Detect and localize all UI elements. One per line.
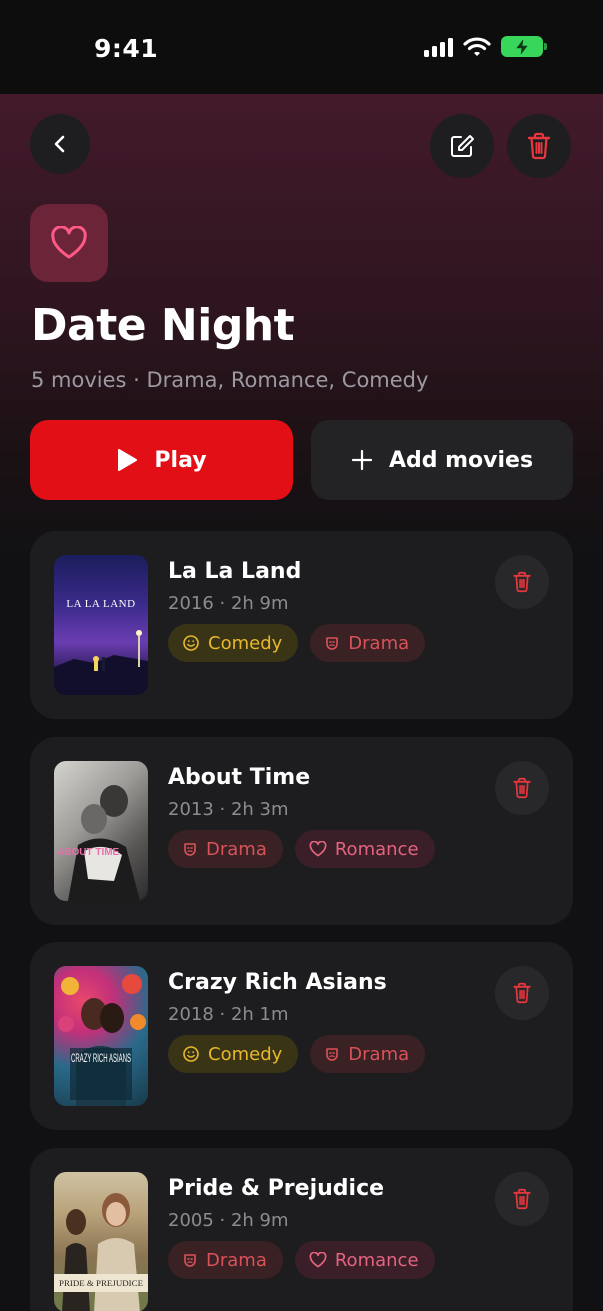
chevron-left-icon bbox=[54, 135, 65, 153]
genre-tag-comedy[interactable]: Comedy bbox=[168, 624, 299, 662]
movie-title: La La Land bbox=[168, 559, 302, 584]
genre-tags: Comedy Drama bbox=[168, 1035, 426, 1073]
movie-title: Pride & Prejudice bbox=[168, 1176, 385, 1201]
remove-movie-button[interactable] bbox=[495, 966, 549, 1020]
movie-card-la-la-land[interactable]: LA LA LAND La La Land 2016 · 2h 9m Comed… bbox=[30, 531, 573, 719]
movie-poster: ABOUT TIME bbox=[54, 761, 148, 901]
trash-icon bbox=[527, 132, 551, 160]
status-time: 9:41 bbox=[94, 34, 159, 63]
battery-icon bbox=[501, 36, 547, 57]
movie-meta: 2005 · 2h 9m bbox=[168, 1210, 289, 1231]
play-icon bbox=[118, 449, 138, 471]
genre-tag-comedy[interactable]: Comedy bbox=[168, 1035, 299, 1073]
mask-icon bbox=[184, 843, 196, 856]
genre-tag-label: Comedy bbox=[208, 632, 283, 654]
poster-title: ABOUT TIME bbox=[57, 847, 120, 858]
genre-tags: Comedy Drama bbox=[168, 624, 426, 662]
remove-movie-button[interactable] bbox=[495, 761, 549, 815]
smiley-icon bbox=[183, 1046, 199, 1062]
heart-icon bbox=[51, 226, 87, 259]
wifi-icon bbox=[463, 36, 491, 56]
edit-icon bbox=[451, 135, 474, 157]
trash-icon bbox=[513, 982, 531, 1004]
genre-tag-label: Drama bbox=[348, 1043, 410, 1065]
delete-playlist-button[interactable] bbox=[507, 114, 571, 178]
signal-icon bbox=[424, 37, 453, 57]
movie-meta: 2018 · 2h 1m bbox=[168, 1004, 289, 1025]
trash-icon bbox=[513, 777, 531, 799]
edit-button[interactable] bbox=[430, 114, 494, 178]
genre-tag-label: Drama bbox=[206, 838, 267, 860]
poster-title: PRIDE & PREJUDICE bbox=[59, 1279, 143, 1288]
back-button[interactable] bbox=[30, 114, 90, 174]
movie-poster: CRAZY RICH ASIANS bbox=[54, 966, 148, 1106]
movie-card-pride-and-prejudice[interactable]: PRIDE & PREJUDICE Pride & Prejudice 2005… bbox=[30, 1148, 573, 1311]
trash-icon bbox=[513, 1188, 531, 1210]
genre-tag-label: Comedy bbox=[208, 1043, 283, 1065]
genre-tag-drama[interactable]: Drama bbox=[168, 1241, 283, 1279]
mask-icon bbox=[326, 1048, 339, 1061]
genre-tag-label: Romance bbox=[334, 838, 419, 860]
page-title: Date Night bbox=[31, 300, 295, 351]
status-icons bbox=[424, 36, 547, 57]
page-subtitle: 5 movies · Drama, Romance, Comedy bbox=[31, 368, 429, 392]
status-bar: 9:41 bbox=[0, 0, 603, 94]
genre-tag-label: Drama bbox=[206, 1249, 267, 1271]
genre-tag-romance[interactable]: Romance bbox=[294, 830, 435, 868]
movie-meta: 2016 · 2h 9m bbox=[168, 593, 289, 614]
genre-tag-romance[interactable]: Romance bbox=[294, 1241, 435, 1279]
movie-card-about-time[interactable]: ABOUT TIME About Time 2013 · 2h 3m Drama… bbox=[30, 737, 573, 925]
genre-tag-label: Romance bbox=[334, 1249, 419, 1271]
movie-meta: 2013 · 2h 3m bbox=[168, 799, 289, 820]
genre-tag-drama[interactable]: Drama bbox=[310, 624, 426, 662]
poster-title: CRAZY RICH ASIANS bbox=[71, 1051, 131, 1065]
playlist-heart-tile bbox=[30, 204, 108, 282]
mask-icon bbox=[184, 1254, 196, 1267]
movie-card-crazy-rich-asians[interactable]: CRAZY RICH ASIANS Crazy Rich Asians 2018… bbox=[30, 942, 573, 1130]
add-movies-label: Add movies bbox=[388, 447, 534, 473]
heart-icon bbox=[309, 1252, 327, 1268]
smiley-icon bbox=[183, 635, 199, 651]
poster-title: LA LA LAND bbox=[66, 598, 135, 610]
movie-title: Crazy Rich Asians bbox=[168, 970, 387, 995]
genre-tag-drama[interactable]: Drama bbox=[168, 830, 283, 868]
mask-icon bbox=[326, 637, 339, 650]
genre-tag-drama[interactable]: Drama bbox=[310, 1035, 426, 1073]
genre-tags: Drama Romance bbox=[168, 830, 435, 868]
remove-movie-button[interactable] bbox=[495, 1172, 549, 1226]
play-button[interactable]: Play bbox=[30, 420, 293, 500]
play-label: Play bbox=[154, 447, 207, 473]
add-movies-button[interactable]: Add movies bbox=[311, 420, 573, 500]
movie-title: About Time bbox=[168, 765, 311, 790]
movie-poster: PRIDE & PREJUDICE bbox=[54, 1172, 148, 1311]
trash-icon bbox=[513, 571, 531, 593]
remove-movie-button[interactable] bbox=[495, 555, 549, 609]
movie-poster: LA LA LAND bbox=[54, 555, 148, 695]
genre-tag-label: Drama bbox=[348, 632, 410, 654]
genre-tags: Drama Romance bbox=[168, 1241, 435, 1279]
plus-icon bbox=[351, 449, 373, 471]
heart-icon bbox=[309, 841, 327, 857]
